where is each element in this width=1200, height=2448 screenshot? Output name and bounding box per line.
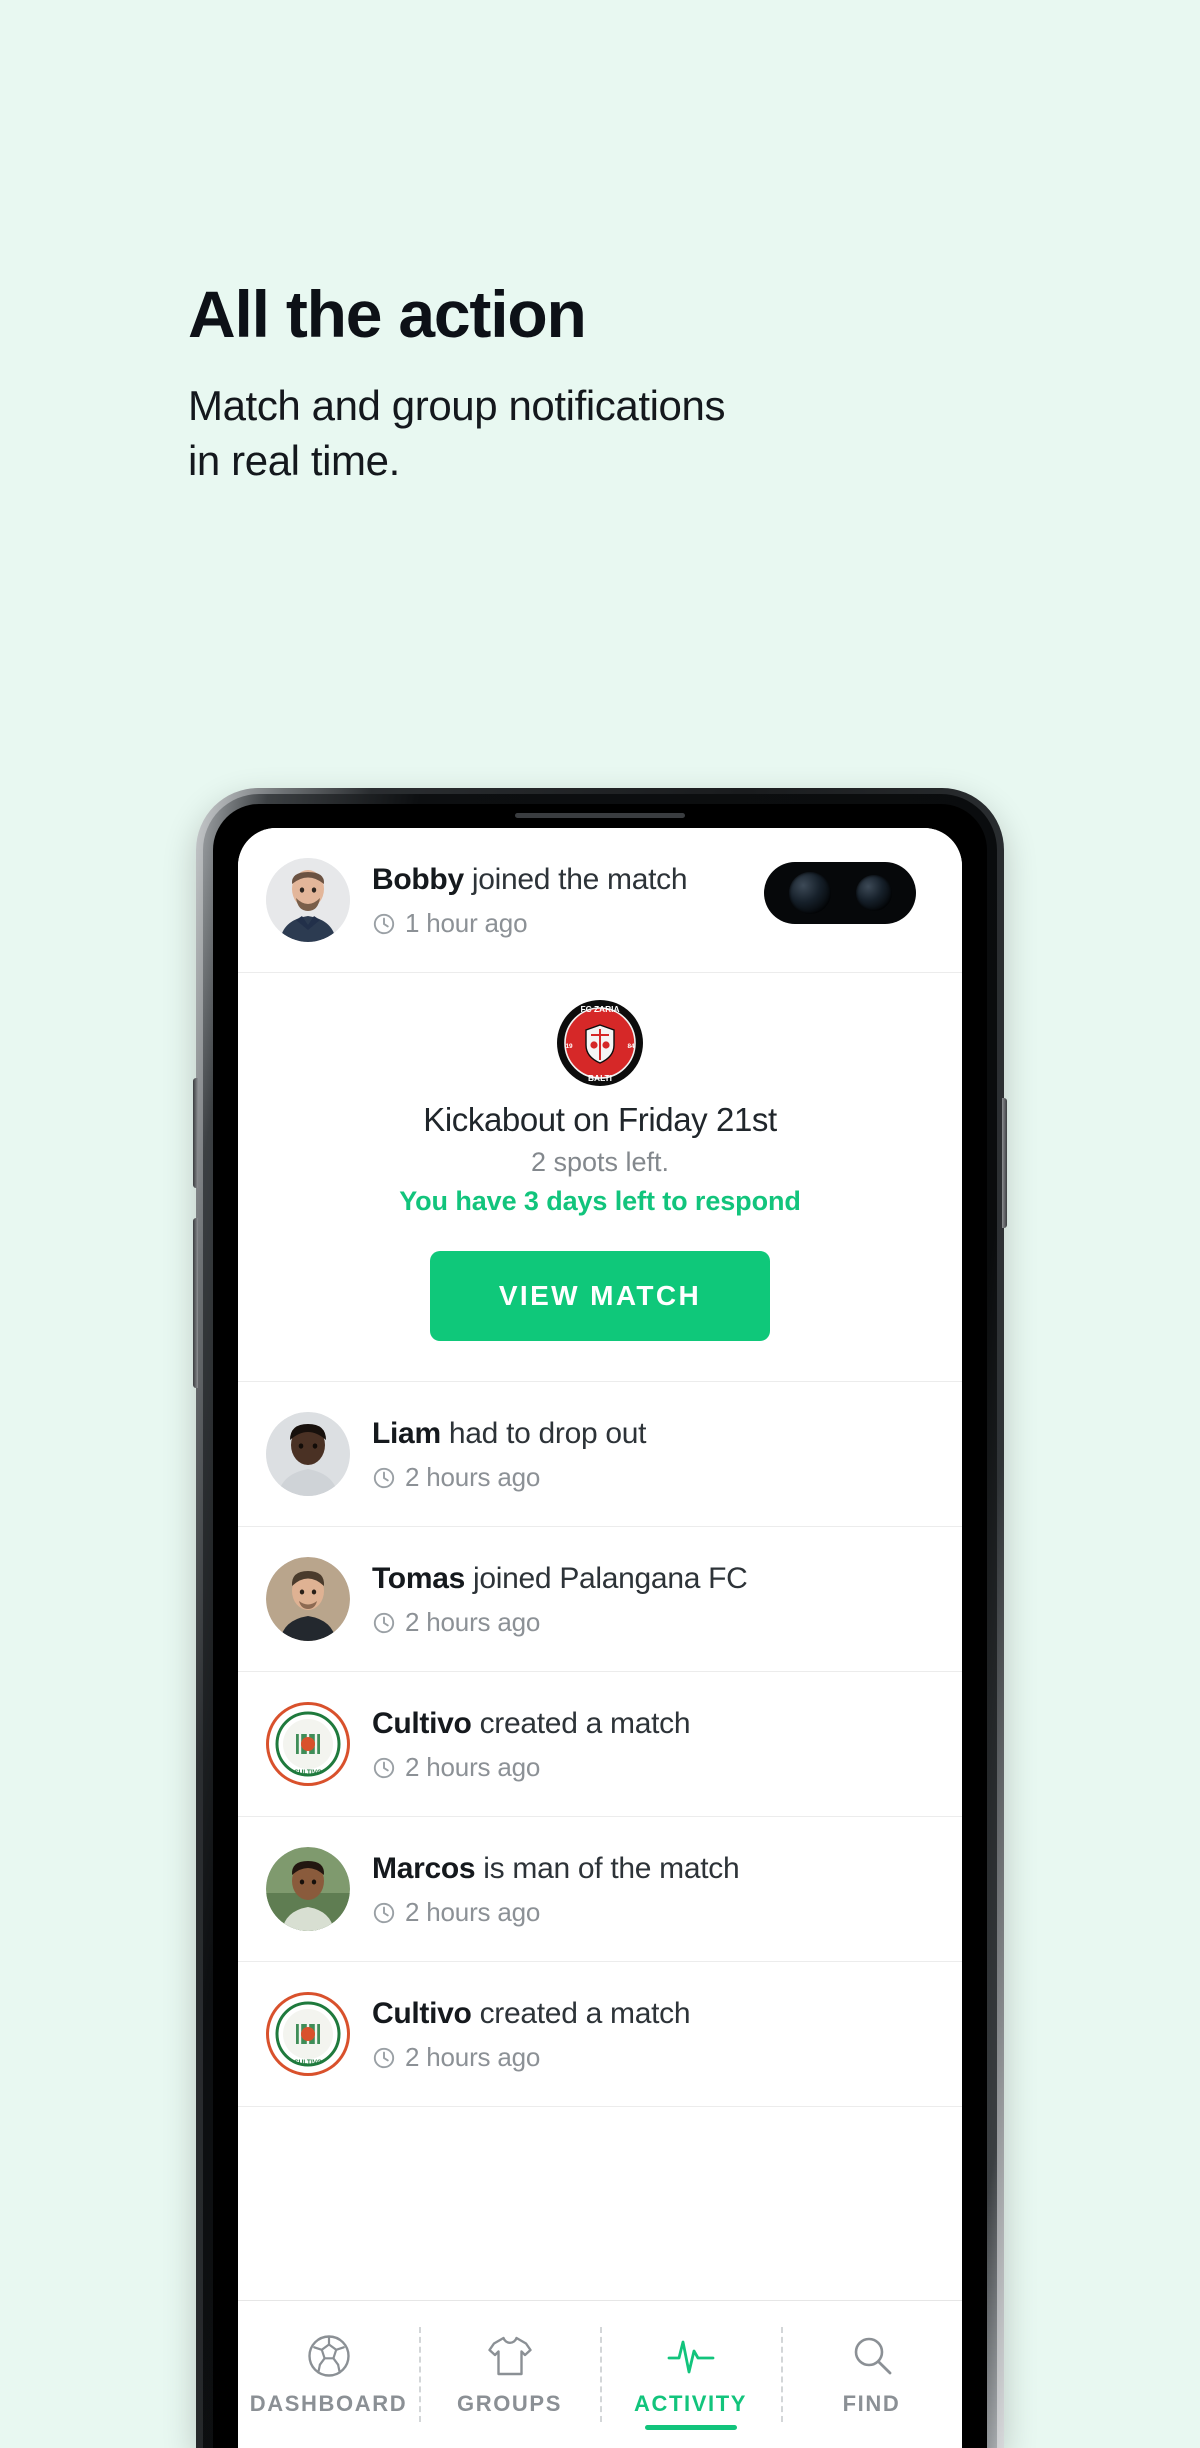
search-icon — [854, 2337, 891, 2374]
view-match-button[interactable]: VIEW MATCH — [430, 1251, 770, 1341]
tab-groups[interactable]: GROUPS — [419, 2301, 600, 2448]
svg-text:CULTIVO: CULTIVO — [294, 2059, 322, 2066]
list-item-text: Cultivo created a match — [372, 1995, 934, 2033]
avatar: CULTIVO — [266, 1992, 350, 2076]
list-item-time-text: 2 hours ago — [405, 1462, 541, 1493]
bottom-navigation: DASHBOARD GROUPS ACTIVITY FIND — [238, 2300, 962, 2448]
phone-bezel: Bobby joined the match 1 hour ago FC ZAR… — [213, 804, 987, 2448]
list-item-text: Tomas joined Palangana FC — [372, 1560, 934, 1598]
list-item[interactable]: Marcos is man of the match 2 hours ago — [238, 1817, 962, 1962]
tab-dashboard[interactable]: DASHBOARD — [238, 2301, 419, 2448]
list-item-actor: Bobby — [372, 862, 464, 896]
list-item-text: Marcos is man of the match — [372, 1850, 934, 1888]
clock-icon — [373, 2047, 395, 2068]
tab-activity-label: ACTIVITY — [633, 2390, 748, 2416]
fc-zaria-balti-crest-icon: FC ZARIA BALTI 19 84 — [557, 1000, 643, 1086]
list-item-action: is man of the match — [483, 1851, 740, 1885]
camera-cutout — [764, 862, 916, 924]
crest-year-left: 19 — [565, 1043, 573, 1050]
list-item-body: Marcos is man of the match 2 hours ago — [372, 1850, 934, 1929]
list-item-time-text: 2 hours ago — [405, 1607, 541, 1638]
list-item-time: 2 hours ago — [372, 1607, 934, 1638]
volume-up-button[interactable] — [193, 1078, 198, 1188]
crest-top-label: FC ZARIA — [580, 1004, 619, 1014]
list-item-time-text: 1 hour ago — [405, 908, 528, 939]
camera-lens-secondary-icon — [855, 875, 892, 911]
tshirt-icon — [487, 2336, 532, 2375]
feed-empty-space — [238, 2107, 962, 2147]
clock-icon — [373, 1902, 395, 1923]
list-item-action: created a match — [479, 1996, 691, 2030]
tab-find-label: FIND — [842, 2390, 901, 2416]
hero-section: All the action Match and group notificat… — [188, 277, 1068, 488]
tab-active-indicator — [644, 2425, 737, 2430]
page-subtitle-line2: in real time. — [188, 436, 400, 484]
list-item-actor: Marcos — [372, 1851, 476, 1885]
list-item-time-text: 2 hours ago — [405, 2042, 541, 2073]
list-item-time: 2 hours ago — [372, 2042, 934, 2073]
clock-icon — [373, 1467, 395, 1488]
power-button[interactable] — [1002, 1098, 1007, 1228]
list-item-time-text: 2 hours ago — [405, 1752, 541, 1783]
list-item-body: Cultivo created a match 2 hours ago — [372, 1705, 934, 1784]
match-card[interactable]: FC ZARIA BALTI 19 84 Kickabout on Friday… — [238, 973, 962, 1382]
football-icon — [307, 2334, 350, 2377]
list-item-text: Cultivo created a match — [372, 1705, 934, 1743]
list-item-actor: Liam — [372, 1416, 441, 1450]
list-item[interactable]: CULTIVO Cultivo created a match 2 hours … — [238, 1672, 962, 1817]
activity-feed: Bobby joined the match 1 hour ago FC ZAR… — [238, 828, 962, 2448]
list-item-action: joined Palangana FC — [473, 1561, 748, 1595]
phone-screen: Bobby joined the match 1 hour ago FC ZAR… — [238, 828, 962, 2448]
phone-mockup: Bobby joined the match 1 hour ago FC ZAR… — [193, 788, 1007, 2448]
page-subtitle: Match and group notifications in real ti… — [188, 379, 988, 488]
pulse-icon — [667, 2340, 714, 2373]
list-item-action: created a match — [479, 1706, 691, 1740]
crest-bottom-label: BALTI — [588, 1073, 612, 1083]
avatar: CULTIVO — [266, 1702, 350, 1786]
list-item-text: Liam had to drop out — [372, 1415, 934, 1453]
list-item[interactable]: CULTIVO Cultivo created a match 2 hours … — [238, 1962, 962, 2107]
list-item-actor: Tomas — [372, 1561, 465, 1595]
crest-year-right: 84 — [627, 1043, 635, 1050]
tab-dashboard-label: DASHBOARD — [249, 2390, 408, 2416]
clock-icon — [373, 1757, 395, 1778]
avatar — [266, 858, 350, 942]
list-item-body: Tomas joined Palangana FC 2 hours ago — [372, 1560, 934, 1639]
cultivo-crest-icon: CULTIVO — [266, 1702, 350, 1786]
match-respond-deadline: You have 3 days left to respond — [399, 1186, 801, 1216]
tab-groups-label: GROUPS — [457, 2390, 562, 2416]
list-item-actor: Cultivo — [372, 1996, 472, 2030]
tab-activity[interactable]: ACTIVITY — [600, 2301, 781, 2448]
list-item-action: joined the match — [471, 862, 688, 896]
list-item-body: Liam had to drop out 2 hours ago — [372, 1415, 934, 1494]
clock-icon — [373, 913, 395, 934]
match-title: Kickabout on Friday 21st — [423, 1101, 777, 1138]
list-item-actor: Cultivo — [372, 1706, 472, 1740]
avatar — [266, 1557, 350, 1641]
list-item-body: Cultivo created a match 2 hours ago — [372, 1995, 934, 2074]
cultivo-crest-icon: CULTIVO — [266, 1992, 350, 2076]
page-subtitle-line1: Match and group notifications — [188, 382, 726, 430]
activity-feed-scroll[interactable]: Bobby joined the match 1 hour ago FC ZAR… — [238, 828, 962, 2300]
avatar — [266, 1412, 350, 1496]
earpiece-speaker — [515, 813, 685, 818]
page-title: All the action — [188, 277, 587, 351]
svg-text:CULTIVO: CULTIVO — [294, 1769, 322, 1776]
camera-lens-primary-icon — [788, 872, 831, 914]
tab-find[interactable]: FIND — [781, 2301, 962, 2448]
volume-down-button[interactable] — [193, 1218, 198, 1388]
list-item[interactable]: Liam had to drop out 2 hours ago — [238, 1382, 962, 1527]
match-spots-left: 2 spots left. — [530, 1147, 670, 1177]
clock-icon — [373, 1612, 395, 1633]
list-item-time-text: 2 hours ago — [405, 1897, 541, 1928]
list-item[interactable]: Tomas joined Palangana FC 2 hours ago — [238, 1527, 962, 1672]
list-item-time: 2 hours ago — [372, 1752, 934, 1783]
list-item-time: 2 hours ago — [372, 1462, 934, 1493]
avatar — [266, 1847, 350, 1931]
list-item-time: 2 hours ago — [372, 1897, 934, 1928]
list-item-action: had to drop out — [448, 1416, 647, 1450]
